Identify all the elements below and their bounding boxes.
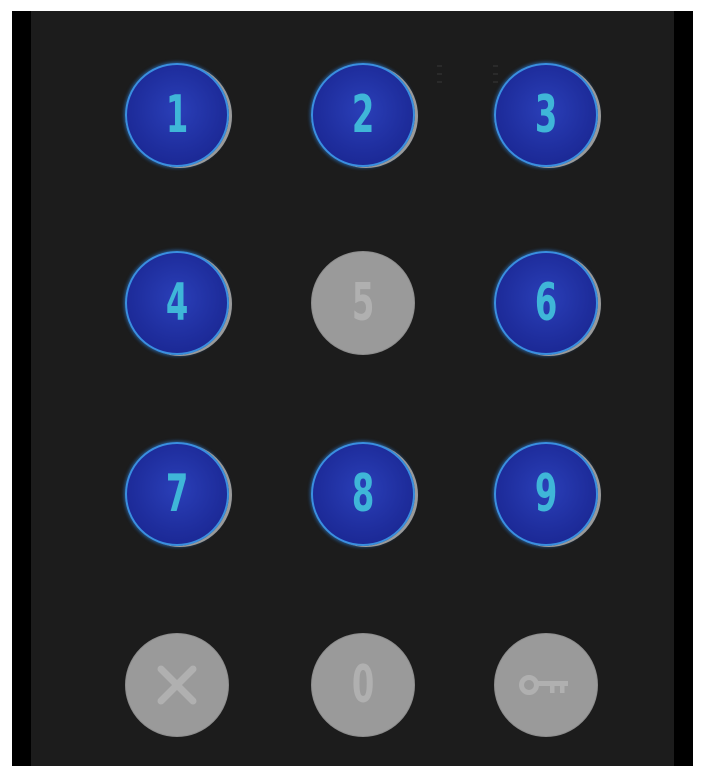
key-3-label: 3 <box>534 85 558 145</box>
key-icon <box>518 670 574 700</box>
key-9[interactable]: 9 <box>494 442 598 546</box>
cancel-icon <box>152 660 202 710</box>
key-1-label: 1 <box>165 85 189 145</box>
key-5-label: 5 <box>351 273 375 333</box>
key-1[interactable]: 1 <box>125 63 229 167</box>
key-button[interactable] <box>494 633 598 737</box>
key-0-label: 0 <box>351 655 375 715</box>
key-2[interactable]: 2 <box>311 63 415 167</box>
cancel-button[interactable] <box>125 633 229 737</box>
key-9-label: 9 <box>534 464 558 524</box>
key-7[interactable]: 7 <box>125 442 229 546</box>
keypad-panel: 1 2 3 4 5 6 7 8 9 0 <box>12 11 693 766</box>
key-4-label: 4 <box>165 273 189 333</box>
key-6[interactable]: 6 <box>494 251 598 355</box>
key-0[interactable]: 0 <box>311 633 415 737</box>
key-4[interactable]: 4 <box>125 251 229 355</box>
key-8[interactable]: 8 <box>311 442 415 546</box>
key-2-label: 2 <box>351 85 375 145</box>
key-3[interactable]: 3 <box>494 63 598 167</box>
key-6-label: 6 <box>534 273 558 333</box>
key-8-label: 8 <box>351 464 375 524</box>
key-5[interactable]: 5 <box>311 251 415 355</box>
key-7-label: 7 <box>165 464 189 524</box>
keypad-face: 1 2 3 4 5 6 7 8 9 0 <box>31 11 674 766</box>
